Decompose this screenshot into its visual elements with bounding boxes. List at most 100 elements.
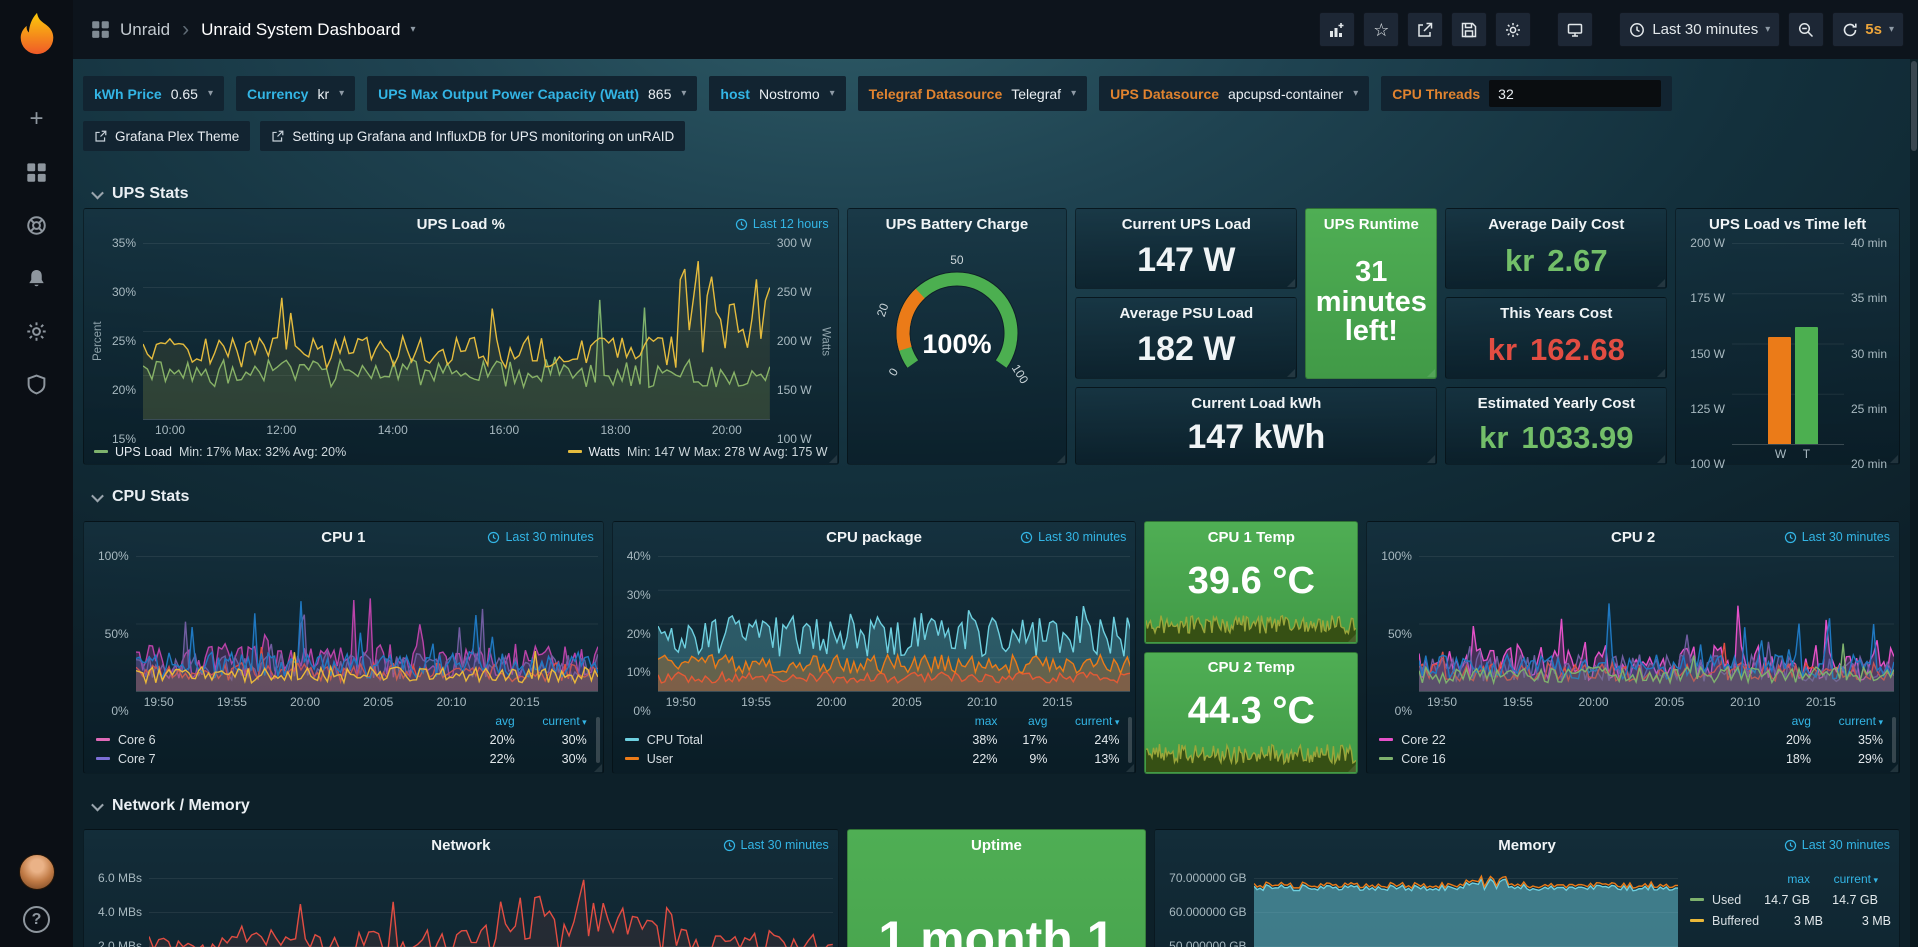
panel-time-override: Last 12 hours — [735, 217, 829, 231]
create-button[interactable]: + — [24, 106, 50, 132]
panel-title[interactable]: CPU 2 — [1611, 529, 1655, 546]
link-ups-monitoring-guide[interactable]: Setting up Grafana and InfluxDB for UPS … — [260, 121, 685, 151]
sparkline — [1146, 607, 1356, 642]
panel-title[interactable]: Estimated Yearly Cost — [1478, 395, 1635, 412]
row-title: Network / Memory — [112, 797, 250, 815]
star-icon: ☆ — [1373, 21, 1389, 39]
legend-row: Core 7 22% 30% — [96, 749, 587, 768]
legend-table: max current Used 14.7 GB 14.7 GB Buffere… — [1678, 864, 1894, 947]
legend-series-toggle[interactable]: Core 16 — [1379, 752, 1751, 766]
page-title[interactable]: Unraid System Dashboard — [201, 20, 400, 40]
legend-series-toggle[interactable]: Buffered — [1690, 914, 1759, 928]
panel-title[interactable]: UPS Load % — [417, 216, 505, 233]
row-header-network-memory[interactable]: Network / Memory — [83, 794, 1900, 818]
tick: 19:50 — [144, 695, 174, 709]
legend-series-toggle[interactable]: CPU Total — [625, 733, 942, 747]
cpu2-chart[interactable] — [1419, 556, 1894, 692]
panel-title[interactable]: Average Daily Cost — [1488, 216, 1624, 233]
legend-item-watts[interactable]: Watts Min: 147 W Max: 278 W Avg: 175 W — [568, 445, 828, 459]
variable-kwh-price[interactable]: kWh Price 0.65 ▾ — [83, 76, 224, 111]
panel-title[interactable]: Uptime — [971, 837, 1022, 854]
add-panel-button[interactable] — [1319, 12, 1355, 47]
panel-title[interactable]: Current UPS Load — [1122, 216, 1251, 233]
share-button[interactable] — [1407, 12, 1443, 47]
variable-host[interactable]: host Nostromo ▾ — [709, 76, 845, 111]
panel-title[interactable]: CPU 1 Temp — [1208, 529, 1295, 546]
panel-estimated-yearly-cost: Estimated Yearly Cost kr1033.99 — [1445, 387, 1667, 465]
time-range-button[interactable]: Last 30 minutes ▾ — [1619, 12, 1780, 47]
avatar[interactable] — [19, 854, 55, 890]
legend-series-toggle[interactable]: Core 6 — [96, 733, 455, 747]
tick: 30% — [112, 285, 136, 299]
dashboard-settings-button[interactable] — [1495, 12, 1531, 47]
panel-title[interactable]: Memory — [1498, 837, 1556, 854]
row-header-cpu-stats[interactable]: CPU Stats — [83, 485, 1900, 509]
panel-time-override: Last 30 minutes — [723, 838, 829, 852]
legend-scrollbar[interactable] — [1892, 717, 1896, 763]
variable-ups-datasource[interactable]: UPS Datasource apcupsd-container ▾ — [1099, 76, 1369, 111]
panel-title[interactable]: Network — [431, 837, 490, 854]
cpu-stats-row: CPU 1 Last 30 minutes 100% 50% 0% — [83, 521, 1900, 774]
legend-item-ups-load[interactable]: UPS Load Min: 17% Max: 32% Avg: 20% — [94, 445, 346, 459]
chevron-down-icon: ▾ — [339, 88, 344, 99]
legend-series-toggle[interactable]: Core 7 — [96, 752, 455, 766]
series-color-dash — [568, 450, 582, 453]
legend-row: Core 16 18% 29% — [1379, 749, 1883, 768]
variable-ups-max-output[interactable]: UPS Max Output Power Capacity (Watt) 865… — [367, 76, 697, 111]
tick: 100 W — [1690, 457, 1725, 471]
legend-scrollbar[interactable] — [1128, 717, 1132, 763]
sidebar-item-dashboards[interactable] — [24, 159, 50, 185]
panel-title[interactable]: UPS Battery Charge — [886, 216, 1029, 233]
save-button[interactable] — [1451, 12, 1487, 47]
y-axis-left: 40% 30% 20% 10% 0% — [620, 549, 658, 718]
ups-load-chart[interactable] — [143, 243, 770, 420]
star-button[interactable]: ☆ — [1363, 12, 1399, 47]
cpu-package-chart[interactable] — [658, 556, 1131, 692]
breadcrumb-app[interactable]: Unraid — [120, 20, 170, 40]
bell-icon — [26, 268, 47, 289]
panel-title[interactable]: UPS Load vs Time left — [1709, 216, 1866, 233]
grafana-logo[interactable] — [14, 10, 60, 56]
panel-title[interactable]: This Years Cost — [1500, 305, 1612, 322]
chevron-down-icon[interactable]: ▾ — [410, 24, 415, 35]
refresh-interval-label: 5s — [1865, 21, 1882, 38]
cycle-view-button[interactable] — [1557, 12, 1593, 47]
sidebar-item-server-admin[interactable] — [24, 371, 50, 397]
sidebar-item-explore[interactable] — [24, 212, 50, 238]
legend-row: Buffered 3 MB 3 MB — [1690, 910, 1878, 931]
row-title: UPS Stats — [112, 185, 188, 203]
apps-grid-icon[interactable] — [91, 20, 110, 39]
chevron-down-icon: ▾ — [830, 88, 835, 99]
ups-stat-cluster: Current UPS Load 147 W UPS Runtime 31 mi… — [1075, 208, 1667, 465]
zoom-out-button[interactable] — [1788, 12, 1824, 47]
legend-series-toggle[interactable]: Used — [1690, 893, 1746, 907]
panel-title[interactable]: UPS Runtime — [1324, 216, 1419, 233]
panel-time-override: Last 30 minutes — [1784, 838, 1890, 852]
panel-title[interactable]: Current Load kWh — [1191, 395, 1321, 412]
legend: UPS Load Min: 17% Max: 32% Avg: 20% Watt… — [84, 439, 838, 464]
legend-series-toggle[interactable]: User — [625, 752, 942, 766]
memory-chart[interactable] — [1254, 864, 1678, 947]
legend-series-toggle[interactable]: Core 22 — [1379, 733, 1751, 747]
variable-telegraf-datasource[interactable]: Telegraf Datasource Telegraf ▾ — [858, 76, 1087, 111]
refresh-button[interactable]: 5s ▾ — [1832, 12, 1904, 47]
help-button[interactable]: ? — [23, 906, 50, 933]
tick: 30% — [627, 588, 651, 602]
y-axis-left: 100% 50% 0% — [91, 549, 136, 718]
panel-title[interactable]: CPU 2 Temp — [1208, 659, 1295, 676]
scrollbar-thumb[interactable] — [1911, 61, 1917, 151]
gear-icon — [26, 321, 47, 342]
network-chart[interactable] — [149, 864, 833, 947]
sidebar-item-alerting[interactable] — [24, 265, 50, 291]
tick: 30 min — [1851, 347, 1887, 361]
cpu-threads-input[interactable] — [1489, 80, 1661, 107]
link-grafana-plex-theme[interactable]: Grafana Plex Theme — [83, 121, 250, 151]
panel-title[interactable]: CPU 1 — [321, 529, 365, 546]
row-header-ups-stats[interactable]: UPS Stats — [83, 182, 1900, 206]
panel-title[interactable]: CPU package — [826, 529, 922, 546]
variable-currency[interactable]: Currency kr ▾ — [236, 76, 355, 111]
legend-scrollbar[interactable] — [596, 717, 600, 763]
cpu1-chart[interactable] — [136, 556, 598, 692]
sidebar-item-configuration[interactable] — [24, 318, 50, 344]
panel-title[interactable]: Average PSU Load — [1119, 305, 1253, 322]
